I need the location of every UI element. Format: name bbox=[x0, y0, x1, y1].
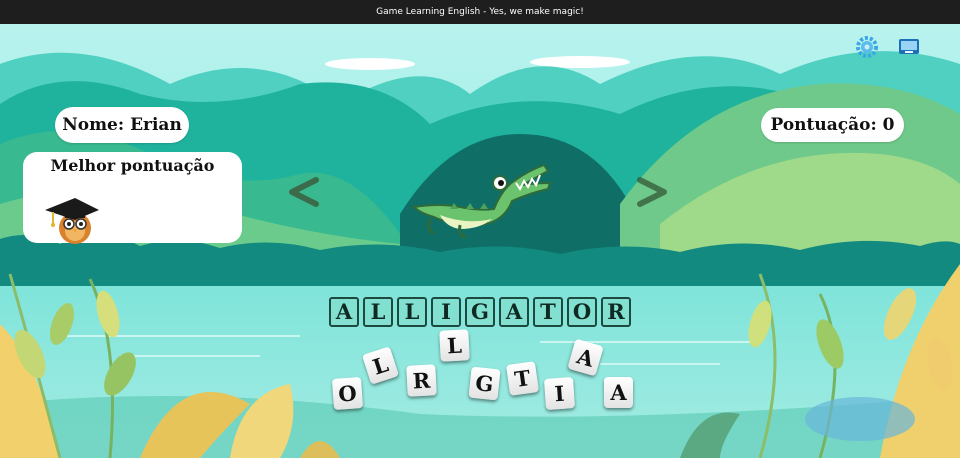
player-name-text: Nome: Erian bbox=[62, 115, 182, 135]
best-score-card: Melhor pontuação bbox=[23, 152, 242, 244]
letter-tile[interactable]: L bbox=[439, 329, 470, 362]
answer-slot[interactable]: O bbox=[567, 297, 597, 327]
letter-tile[interactable]: G bbox=[468, 366, 501, 401]
letter-tile[interactable]: A bbox=[604, 377, 633, 408]
answer-slot[interactable]: T bbox=[533, 297, 563, 327]
player-name-label: Nome: Erian bbox=[55, 107, 189, 143]
score-label: Pontuação: 0 bbox=[761, 108, 904, 142]
letter-tile[interactable]: I bbox=[543, 377, 576, 410]
best-score-title: Melhor pontuação bbox=[50, 156, 215, 175]
score-text: Pontuação: 0 bbox=[770, 115, 895, 135]
game-stage: Nome: Erian Pontuação: 0 Melhor pontuaçã… bbox=[0, 24, 960, 458]
answer-slot[interactable]: G bbox=[465, 297, 495, 327]
chevron-right-icon[interactable] bbox=[630, 174, 674, 210]
app-title: Game Learning English - Yes, we make mag… bbox=[376, 7, 584, 17]
gear-icon[interactable] bbox=[855, 35, 879, 59]
answer-slot[interactable]: A bbox=[329, 297, 359, 327]
letter-tile[interactable]: R bbox=[406, 364, 437, 397]
answer-slot[interactable]: I bbox=[431, 297, 461, 327]
window-title-bar: Game Learning English - Yes, we make mag… bbox=[0, 0, 960, 24]
answer-slot[interactable]: L bbox=[363, 297, 393, 327]
alligator-icon bbox=[411, 163, 552, 239]
owl-graduate-icon bbox=[45, 198, 99, 244]
answer-slot[interactable]: L bbox=[397, 297, 427, 327]
letter-tile[interactable]: T bbox=[505, 361, 540, 396]
screen-icon[interactable] bbox=[898, 38, 920, 55]
answer-slot[interactable]: A bbox=[499, 297, 529, 327]
answer-slot[interactable]: R bbox=[601, 297, 631, 327]
letter-tile[interactable]: O bbox=[331, 377, 364, 410]
chevron-left-icon[interactable] bbox=[282, 174, 326, 210]
